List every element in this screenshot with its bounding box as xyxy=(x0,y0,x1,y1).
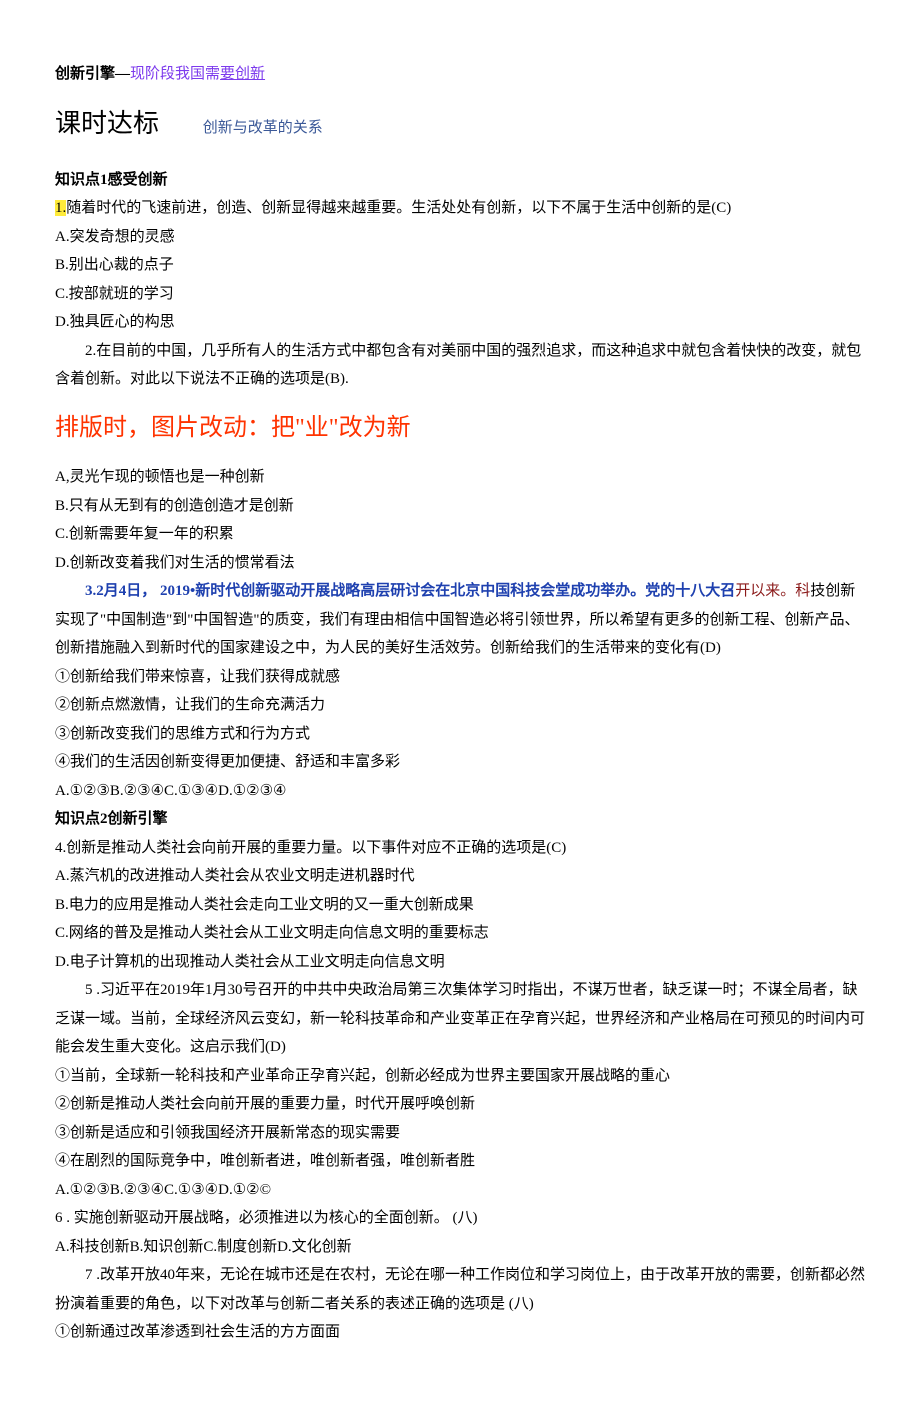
kp1-heading: 知识点1感受创新 xyxy=(55,166,865,195)
q1-option-a: A.突发奇想的灵感 xyxy=(55,223,865,252)
q5-options: A.①②③B.②③④C.①③④D.①②© xyxy=(55,1176,865,1205)
edit-note: 排版时，图片改动：把"业"改为新 xyxy=(55,406,865,452)
q6: 6 . 实施创新驱动开展战略，必须推进以为核心的全面创新。 (八) xyxy=(55,1204,865,1233)
q2-option-d: D.创新改变着我们对生活的惯常看法 xyxy=(55,549,865,578)
q1-number: 1. xyxy=(55,200,66,216)
q5-item-2: ②创新是推动人类社会向前开展的重要力量，时代开展呼唤创新 xyxy=(55,1090,865,1119)
q3-item-3: ③创新改变我们的思维方式和行为方式 xyxy=(55,720,865,749)
q2-option-a: A,灵光乍现的顿悟也是一种创新 xyxy=(55,463,865,492)
q4-option-a: A.蒸汽机的改进推动人类社会从农业文明走进机器时代 xyxy=(55,862,865,891)
q3-options: A.①②③B.②③④C.①③④D.①②③④ xyxy=(55,777,865,806)
q7-item-1: ①创新通过改革渗透到社会生活的方方面面 xyxy=(55,1318,865,1347)
q5-item-1: ①当前，全球新一轮科技和产业革命正孕育兴起，创新必经成为世界主要国家开展战略的重… xyxy=(55,1062,865,1091)
main-title: 课时达标 xyxy=(55,99,159,148)
q2-option-c: C.创新需要年复一年的积累 xyxy=(55,520,865,549)
q4-option-b: B.电力的应用是推动人类社会走向工业文明的又一重大创新成果 xyxy=(55,891,865,920)
q2-option-b: B.只有从无到有的创造创造才是创新 xyxy=(55,492,865,521)
q4: 4.创新是推动人类社会向前开展的重要力量。以下事件对应不正确的选项是(C) xyxy=(55,834,865,863)
q1-option-b: B.别出心裁的点子 xyxy=(55,251,865,280)
sub-title: 创新与改革的关系 xyxy=(203,114,323,143)
q3-darkred-tail: 开以来。科 xyxy=(735,583,810,599)
q1: 1.随着时代的飞速前进，创造、创新显得越来越重要。生活处处有创新，以下不属于生活… xyxy=(55,194,865,223)
q3-item-1: ①创新给我们带来惊喜，让我们获得成就感 xyxy=(55,663,865,692)
q1-text: 随着时代的飞速前进，创造、创新显得越来越重要。生活处处有创新，以下不属于生活中创… xyxy=(66,200,731,216)
engine-header: 创新引擎—现阶段我国需要创新 xyxy=(55,60,865,89)
q5-item-4: ④在剧烈的国际竞争中，唯创新者进，唯创新者强，唯创新者胜 xyxy=(55,1147,865,1176)
q6-options: A.科技创新B.知识创新C.制度创新D.文化创新 xyxy=(55,1233,865,1262)
q1-option-c: C.按部就班的学习 xyxy=(55,280,865,309)
engine-suffix-underline: 要创新 xyxy=(220,66,265,82)
engine-suffix-plain: 现阶段我国需 xyxy=(130,66,220,82)
engine-label: 创新引擎— xyxy=(55,66,130,82)
q3: 3.2月4日， 2019•新时代创新驱动开展战略高层研讨会在北京中国科技会堂成功… xyxy=(55,577,865,663)
q7: 7 .改革开放40年来，无论在城市还是在农村，无论在哪一种工作岗位和学习岗位上，… xyxy=(55,1261,865,1318)
q3-blue-lead: 3.2月4日， 2019•新时代创新驱动开展战略高层研讨会在北京中国科技会堂成功… xyxy=(85,583,735,599)
q2: 2.在目前的中国，几乎所有人的生活方式中都包含有对美丽中国的强烈追求，而这种追求… xyxy=(55,337,865,394)
q5-item-3: ③创新是适应和引领我国经济开展新常态的现实需要 xyxy=(55,1119,865,1148)
q4-option-c: C.网络的普及是推动人类社会从工业文明走向信息文明的重要标志 xyxy=(55,919,865,948)
q1-option-d: D.独具匠心的构思 xyxy=(55,308,865,337)
q4-option-d: D.电子计算机的出现推动人类社会从工业文明走向信息文明 xyxy=(55,948,865,977)
q3-item-2: ②创新点燃激情，让我们的生命充满活力 xyxy=(55,691,865,720)
title-row: 课时达标 创新与改革的关系 xyxy=(55,99,865,148)
q5: 5 .习近平在2019年1月30号召开的中共中央政治局第三次集体学习时指出，不谋… xyxy=(55,976,865,1062)
q3-item-4: ④我们的生活因创新变得更加便捷、舒适和丰富多彩 xyxy=(55,748,865,777)
kp2-heading: 知识点2创新引擎 xyxy=(55,805,865,834)
